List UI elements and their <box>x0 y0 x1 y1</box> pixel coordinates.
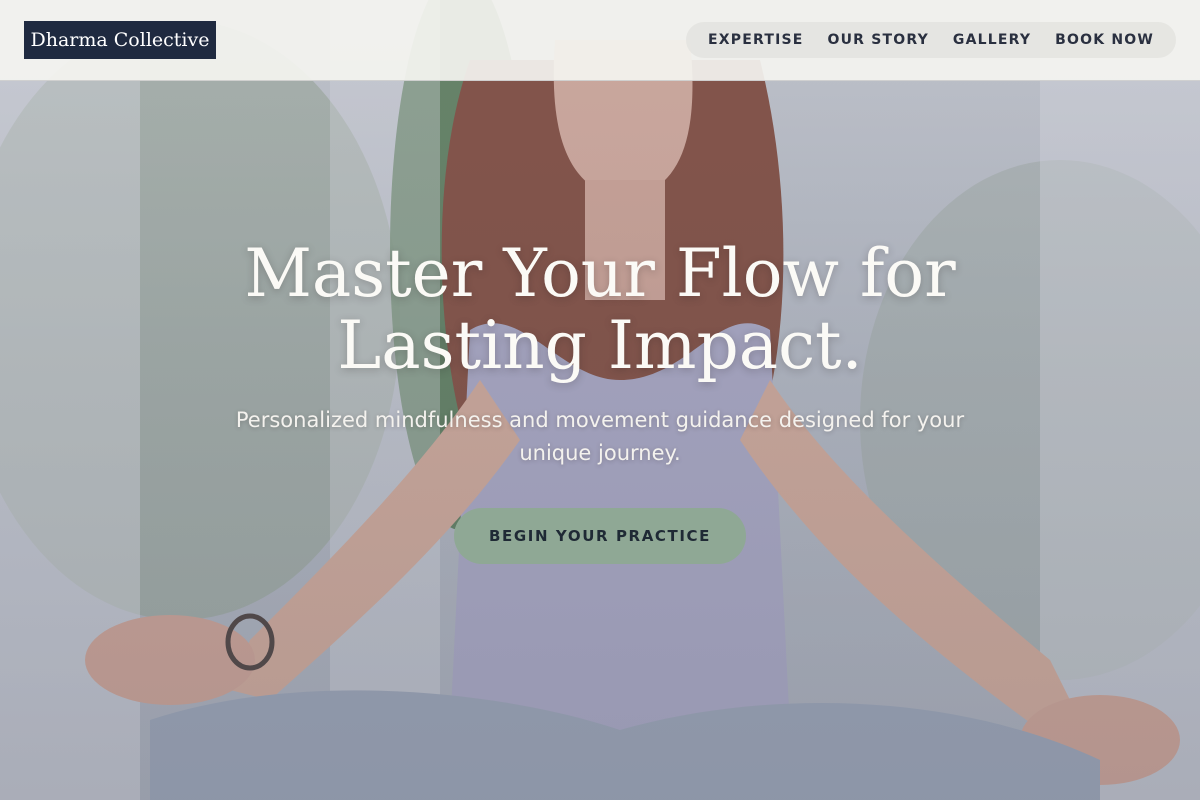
hero-headline: Master Your Flow for Lasting Impact. <box>100 238 1100 382</box>
main-nav: EXPERTISE OUR STORY GALLERY BOOK NOW <box>686 22 1176 58</box>
hero-overlay <box>0 0 1200 800</box>
nav-item-book-now[interactable]: BOOK NOW <box>1055 32 1154 48</box>
site-header: Dharma Collective EXPERTISE OUR STORY GA… <box>0 0 1200 81</box>
hero-headline-line-1: Master Your Flow for <box>244 235 956 312</box>
hero-subtitle: Personalized mindfulness and movement gu… <box>235 408 965 465</box>
brand-logo[interactable]: Dharma Collective <box>24 21 216 59</box>
nav-item-expertise[interactable]: EXPERTISE <box>708 32 804 48</box>
hero-section <box>0 0 1200 800</box>
hero-headline-line-2: Lasting Impact. <box>337 307 863 384</box>
begin-practice-button[interactable]: BEGIN YOUR PRACTICE <box>454 508 746 564</box>
nav-item-our-story[interactable]: OUR STORY <box>828 32 929 48</box>
nav-item-gallery[interactable]: GALLERY <box>953 32 1031 48</box>
